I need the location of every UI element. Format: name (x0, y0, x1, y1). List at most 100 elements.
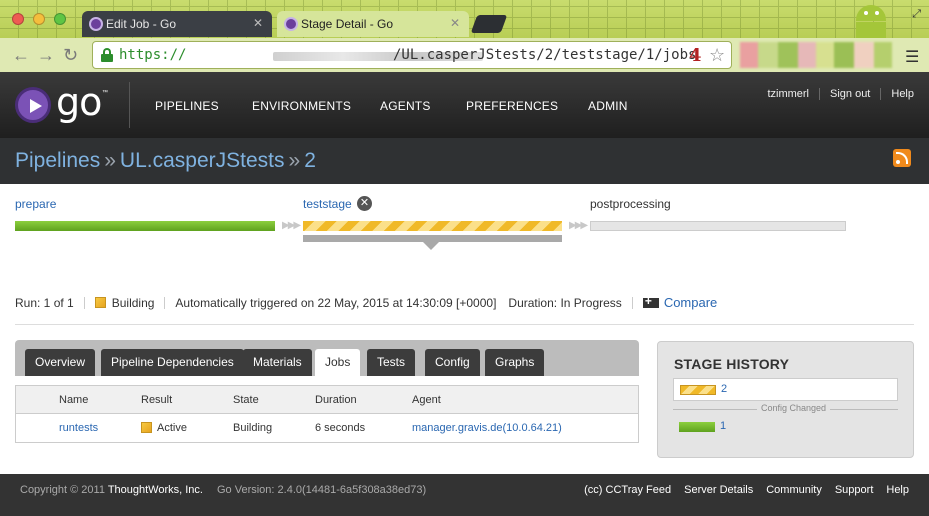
help-link[interactable]: Help (880, 88, 914, 100)
nav-environments[interactable]: ENVIRONMENTS (252, 99, 351, 113)
stage-tabs: Overview Pipeline Dependencies Materials… (15, 340, 639, 376)
breadcrumb-counter[interactable]: 2 (304, 149, 316, 172)
go-logo-icon[interactable] (15, 87, 51, 123)
menu-icon[interactable]: ☰ (905, 47, 919, 67)
breadcrumb-separator: » (288, 149, 301, 172)
tab-config[interactable]: Config (425, 349, 480, 376)
column-header-duration[interactable]: Duration (315, 394, 357, 406)
footer-link-support[interactable]: Support (835, 484, 874, 496)
tab-overview[interactable]: Overview (25, 349, 96, 376)
browser-chrome: Edit Job - Go ✕ Stage Detail - Go ✕ ⤢ ← … (0, 0, 929, 72)
nav-admin[interactable]: ADMIN (588, 99, 628, 113)
footer-link-community[interactable]: Community (766, 484, 822, 496)
cancel-stage-icon[interactable]: ✕ (357, 196, 372, 211)
tab-tests[interactable]: Tests (367, 349, 416, 376)
stage-prepare-bar[interactable] (15, 221, 275, 231)
extension-badge[interactable]: 4 (689, 45, 702, 66)
caret-down-icon (423, 242, 439, 250)
stage-teststage-bar[interactable] (303, 221, 562, 231)
app-header: go ™ PIPELINES ENVIRONMENTS AGENTS PREFE… (0, 72, 929, 138)
config-changed-label: Config Changed (757, 403, 831, 413)
username: tzimmerl (767, 88, 809, 100)
run-count: Run: 1 of 1 (15, 295, 74, 310)
duration-info: Duration: In Progress (508, 295, 622, 310)
compare-icon[interactable] (642, 294, 659, 308)
android-icon (850, 0, 892, 38)
compare-link[interactable]: Compare (664, 295, 717, 310)
history-status-bar[interactable] (679, 422, 715, 432)
nav-preferences[interactable]: PREFERENCES (466, 99, 558, 113)
go-favicon-icon (89, 17, 103, 31)
reload-icon[interactable]: ↻ (63, 45, 78, 65)
building-status-icon (94, 297, 106, 308)
close-window-button[interactable] (12, 13, 24, 25)
footer-link-server-details[interactable]: Server Details (684, 484, 753, 496)
copyright: Copyright © 2011 ThoughtWorks, Inc. (20, 484, 203, 496)
history-entry[interactable]: 2 (673, 378, 898, 401)
footer-link-help[interactable]: Help (886, 484, 909, 496)
zoom-window-button[interactable] (54, 13, 66, 25)
tab-close-icon[interactable]: ✕ (253, 16, 263, 30)
history-counter-link[interactable]: 1 (720, 420, 726, 432)
nav-pipelines[interactable]: PIPELINES (155, 99, 219, 113)
breadcrumb: Pipelines» UL.casperJStests» 2 (15, 149, 316, 173)
run-info: Run: 1 of 1 Building Automatically trigg… (15, 294, 717, 311)
rss-icon[interactable] (893, 149, 911, 167)
tab-close-icon[interactable]: ✕ (450, 16, 460, 30)
user-links: tzimmerl Sign out Help (757, 88, 914, 100)
selected-stage-indicator (303, 235, 562, 242)
job-agent-link[interactable]: manager.gravis.de(10.0.64.21) (412, 422, 562, 434)
breadcrumb-pipelines[interactable]: Pipelines (15, 149, 100, 172)
extension-icons[interactable] (740, 42, 892, 68)
run-status: Building (111, 295, 155, 310)
breadcrumb-bar: Pipelines» UL.casperJStests» 2 (0, 138, 929, 184)
footer-links: (cc) CCTray Feed Server Details Communit… (571, 484, 909, 496)
logo-trademark: ™ (102, 90, 108, 96)
url-scheme: https:// (119, 47, 187, 63)
tab-label: Edit Job - Go (106, 17, 177, 31)
forward-icon[interactable]: → (37, 45, 55, 65)
tab-materials[interactable]: Materials (243, 349, 312, 376)
browser-tab-stage-detail[interactable]: Stage Detail - Go ✕ (277, 11, 469, 37)
job-name-link[interactable]: runtests (59, 422, 98, 434)
column-header-result[interactable]: Result (141, 394, 172, 406)
column-header-name[interactable]: Name (59, 394, 88, 406)
tab-pipeline-dependencies[interactable]: Pipeline Dependencies (101, 349, 244, 376)
stage-arrow-icon: ▶▶▶ (569, 220, 588, 231)
company-name: ThoughtWorks, Inc. (107, 484, 203, 496)
logo-text[interactable]: go (56, 80, 102, 124)
tab-label: Stage Detail - Go (301, 17, 394, 31)
star-icon[interactable]: ☆ (709, 45, 725, 66)
url-path: /UL.casperJStests/2/teststage/1/jobs (393, 47, 697, 63)
footer-link-cctray[interactable]: (cc) CCTray Feed (584, 484, 671, 496)
jobs-table: Name Result State Duration Agent runtest… (15, 385, 639, 443)
job-result: Active (141, 422, 187, 434)
stage-history-title: STAGE HISTORY (674, 356, 790, 372)
go-version: Go Version: 2.4.0(14481-6a5f308a38ed73) (217, 484, 427, 496)
back-icon[interactable]: ← (12, 45, 30, 65)
history-counter-link[interactable]: 2 (721, 383, 727, 395)
stage-postprocessing-bar (590, 221, 846, 231)
job-duration: 6 seconds (315, 422, 366, 434)
tab-graphs[interactable]: Graphs (485, 349, 545, 376)
column-header-agent[interactable]: Agent (412, 394, 441, 406)
active-status-icon (141, 422, 152, 433)
stage-arrow-icon: ▶▶▶ (282, 220, 301, 231)
go-favicon-icon (284, 17, 298, 31)
signout-link[interactable]: Sign out (819, 88, 880, 100)
fullscreen-icon[interactable]: ⤢ (912, 8, 921, 21)
new-tab-button[interactable] (470, 15, 508, 33)
browser-toolbar: ← → ↻ https:// /UL.casperJStests/2/tests… (0, 38, 929, 72)
minimize-window-button[interactable] (33, 13, 45, 25)
stage-postprocessing-label: postprocessing (590, 197, 671, 211)
tab-jobs[interactable]: Jobs (315, 349, 361, 376)
column-header-state[interactable]: State (233, 394, 259, 406)
config-changed-separator: Config Changed (673, 402, 898, 416)
browser-tab-edit-job[interactable]: Edit Job - Go ✕ (82, 11, 272, 37)
stage-teststage-link[interactable]: teststage (303, 197, 352, 211)
stage-prepare-link[interactable]: prepare (15, 197, 56, 211)
breadcrumb-pipeline[interactable]: UL.casperJStests (120, 149, 285, 172)
divider (15, 324, 914, 325)
nav-agents[interactable]: AGENTS (380, 99, 431, 113)
address-bar[interactable]: https:// /UL.casperJStests/2/teststage/1… (92, 41, 732, 69)
